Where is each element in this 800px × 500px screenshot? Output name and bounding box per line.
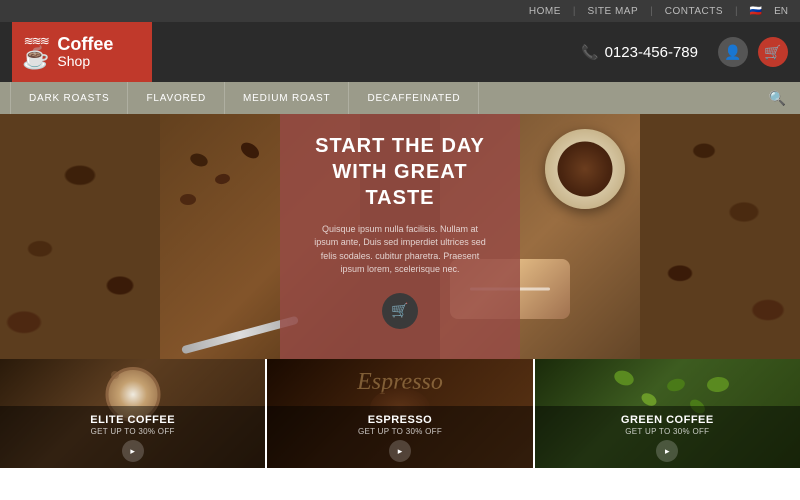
green-bean-4 <box>706 376 729 393</box>
green-subtitle: GET UP TO 30% OFF <box>545 427 790 436</box>
separator-3: | <box>735 6 738 17</box>
product-card-espresso[interactable]: Espresso ESPRESSO GET UP TO 30% OFF ▸ <box>267 359 532 468</box>
cart-button[interactable]: 🛒 <box>758 37 788 67</box>
logo-icon: ≋≋≋ ☕ <box>22 35 49 69</box>
green-cart-button[interactable]: ▸ <box>656 440 678 462</box>
espresso-overlay: ESPRESSO GET UP TO 30% OFF ▸ <box>267 406 532 468</box>
phone-icon: 📞 <box>581 44 598 61</box>
elite-cart-button[interactable]: ▸ <box>122 440 144 462</box>
top-bar: HOME | SITE MAP | CONTACTS | 🇷🇺 EN <box>0 0 800 22</box>
phone-number: 0123-456-789 <box>605 44 698 61</box>
hero-content: START THE DAY WITH GREAT TASTE Quisque i… <box>160 114 640 359</box>
lang-flag: 🇷🇺 <box>750 6 762 17</box>
green-title: GREEN COFFEE <box>545 414 790 427</box>
elite-title: ELITE COFFEE <box>10 414 255 427</box>
hero-cart-button[interactable]: 🛒 <box>382 293 418 329</box>
lang-selector[interactable]: EN <box>774 6 788 17</box>
account-button[interactable]: 👤 <box>718 37 748 67</box>
espresso-cart-button[interactable]: ▸ <box>389 440 411 462</box>
search-button[interactable]: 🔍 <box>765 86 790 111</box>
hero-subtext: Quisque ipsum nulla facilisis. Nullam at… <box>310 223 490 277</box>
nav-medium-roast[interactable]: MEDIUM ROAST <box>225 82 349 114</box>
header-icons: 👤 🛒 <box>718 37 788 67</box>
logo-shop: Shop <box>57 53 113 70</box>
separator-2: | <box>650 6 653 17</box>
espresso-title: ESPRESSO <box>277 414 522 427</box>
cup-icon: ☕ <box>22 47 49 69</box>
phone-section: 📞 0123-456-789 <box>581 44 698 61</box>
sitemap-link[interactable]: SITE MAP <box>587 6 638 17</box>
contacts-link[interactable]: CONTACTS <box>665 6 723 17</box>
home-link[interactable]: HOME <box>529 6 561 17</box>
green-bean-1 <box>612 368 636 388</box>
nav-flavored[interactable]: FLAVORED <box>128 82 225 114</box>
logo-text: Coffee Shop <box>57 35 113 70</box>
espresso-subtitle: GET UP TO 30% OFF <box>277 427 522 436</box>
nav-dark-roasts[interactable]: DARK ROASTS <box>10 82 128 114</box>
green-overlay: GREEN COFFEE GET UP TO 30% OFF ▸ <box>535 406 800 468</box>
hero-heading-line2: WITH GREAT TASTE <box>332 161 467 209</box>
coffee-beans-elite <box>111 371 119 379</box>
hero-text-card: START THE DAY WITH GREAT TASTE Quisque i… <box>280 114 520 359</box>
green-bean-2 <box>666 377 686 393</box>
logo-area[interactable]: ≋≋≋ ☕ Coffee Shop <box>12 22 152 82</box>
elite-overlay: ELITE COFFEE GET UP TO 30% OFF ▸ <box>0 406 265 468</box>
hero-heading: START THE DAY WITH GREAT TASTE <box>310 133 490 211</box>
logo-coffee: Coffee <box>57 35 113 53</box>
header: ≋≋≋ ☕ Coffee Shop 📞 0123-456-789 👤 🛒 <box>0 22 800 82</box>
product-card-elite[interactable]: ELITE COFFEE GET UP TO 30% OFF ▸ <box>0 359 265 468</box>
separator-1: | <box>573 6 576 17</box>
nav-decaffeinated[interactable]: DECAFFEINATED <box>349 82 479 114</box>
hero-section: START THE DAY WITH GREAT TASTE Quisque i… <box>0 114 800 359</box>
hero-heading-line1: START THE DAY <box>315 135 485 157</box>
product-card-green[interactable]: GREEN COFFEE GET UP TO 30% OFF ▸ <box>535 359 800 468</box>
nav-items: DARK ROASTS FLAVORED MEDIUM ROAST DECAFF… <box>10 82 765 114</box>
navigation-bar: DARK ROASTS FLAVORED MEDIUM ROAST DECAFF… <box>0 82 800 114</box>
products-row: ELITE COFFEE GET UP TO 30% OFF ▸ Espress… <box>0 359 800 468</box>
elite-subtitle: GET UP TO 30% OFF <box>10 427 255 436</box>
